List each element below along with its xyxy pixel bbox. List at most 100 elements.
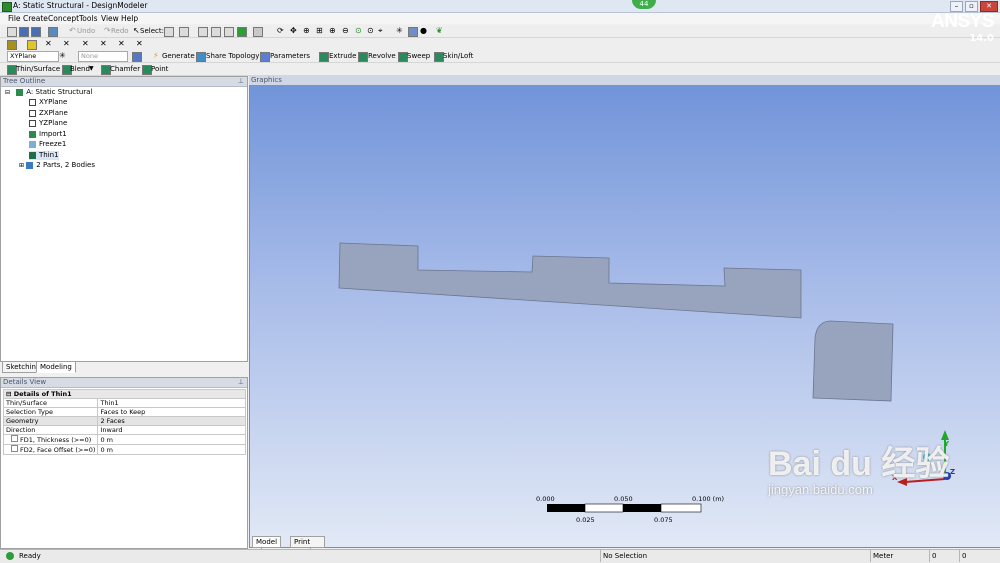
parameter-checkbox[interactable] [11,435,18,442]
parameters-button[interactable]: Parameters [270,52,310,60]
zoom-icon[interactable]: ⊕ [303,27,310,35]
sketch-edge-icon[interactable]: ✕ [100,40,107,48]
tree-item-yzplane[interactable]: YZPlane [29,119,67,128]
status-value-2: 0 [959,550,1000,562]
new-plane-icon[interactable]: ✳ [59,52,66,60]
extend-select-icon[interactable] [253,27,263,37]
pin-icon[interactable]: ⊥ [238,378,244,387]
menu-concept[interactable]: Concept [48,14,79,23]
extrude-icon[interactable] [319,52,329,62]
chamfer-button[interactable]: Chamfer [110,65,140,73]
notification-badge[interactable]: 44 [632,0,656,9]
iso-view-icon[interactable]: ⌖ [378,27,383,35]
collapse-icon[interactable]: ⊟ [5,89,10,96]
zoom-in-icon[interactable]: ⊕ [329,27,336,35]
redo-icon[interactable]: ↷ [104,27,111,35]
tab-print-preview[interactable]: Print Preview [290,536,326,556]
property-value[interactable]: 0 m [97,444,246,455]
display-mode-icon[interactable] [408,27,418,37]
menu-view[interactable]: View [101,14,119,23]
extrude-button[interactable]: Extrude [329,52,356,60]
details-group[interactable]: ⊟ Details of Thin1 [3,389,246,399]
share-topology-icon[interactable] [196,52,206,62]
zoom-fit-icon[interactable]: ⊙ [355,27,362,35]
tree-item-xyplane[interactable]: XYPlane [29,98,67,107]
tree-item-thin1[interactable]: Thin1 [29,151,59,160]
new-icon[interactable] [7,27,17,37]
undo-button[interactable]: Undo [77,27,95,35]
menu-bar: File Create Concept Tools View Help [0,13,1000,24]
second-body-part[interactable] [812,320,894,402]
select-filter-icon[interactable] [179,27,189,37]
property-value[interactable]: Faces to Keep [97,407,246,417]
property-value[interactable]: 2 Faces [97,416,246,426]
graphics-options-icon[interactable]: ❦ [436,27,443,35]
point-filter-icon[interactable] [198,27,208,37]
rotate-icon[interactable]: ⟳ [277,27,284,35]
undo-icon[interactable]: ↶ [69,27,76,35]
color-palette-icon[interactable] [7,40,17,50]
zoom-box-icon[interactable]: ⊞ [316,27,323,35]
blend-button[interactable]: Blend [70,65,90,73]
triad-icon[interactable]: ✳ [396,27,403,35]
app-icon [2,2,12,12]
menu-tools[interactable]: Tools [79,14,97,23]
generate-icon[interactable]: ⚡ [153,52,159,60]
skin-loft-button[interactable]: Skin/Loft [443,52,473,60]
face-filter-icon[interactable] [224,27,234,37]
screenshot-icon[interactable] [48,27,58,37]
menu-file[interactable]: File [8,14,21,23]
new-sketch-icon[interactable] [132,52,142,62]
revolve-button[interactable]: Revolve [368,52,396,60]
point-button[interactable]: Point [151,65,168,73]
sketch-face-icon[interactable]: ✕ [118,40,125,48]
sweep-button[interactable]: Sweep [407,52,430,60]
thin-body-part[interactable] [338,242,802,319]
expand-icon[interactable]: ⊞ [19,162,24,169]
logo-text: ANSYS [931,11,994,32]
property-value[interactable]: 0 m [97,434,246,445]
edge-filter-icon[interactable] [211,27,221,37]
menu-help[interactable]: Help [121,14,138,23]
select-mode-icon[interactable] [164,27,174,37]
tree-item-freeze1[interactable]: Freeze1 [29,140,66,149]
redo-button[interactable]: Redo [111,27,129,35]
plane-select[interactable]: XYPlane [7,51,59,62]
sketch-line-icon[interactable]: ✕ [45,40,52,48]
property-value[interactable]: Thin1 [97,398,246,408]
body-filter-icon[interactable] [237,27,247,37]
share-topology-button[interactable]: Share Topology [206,52,259,60]
select-cursor-icon[interactable]: ↖ [133,27,140,35]
revolve-icon[interactable] [358,52,368,62]
parameters-icon[interactable] [260,52,270,62]
menu-create[interactable]: Create [23,14,48,23]
save-as-icon[interactable] [31,27,41,37]
shaded-icon[interactable]: ● [420,27,427,35]
tree-root[interactable]: ⊟ A: Static Structural [5,88,92,97]
tab-modeling[interactable]: Modeling [36,361,76,373]
tree-item-zxplane[interactable]: ZXPlane [29,109,68,118]
save-icon[interactable] [19,27,29,37]
toolbar-modify: Thin/Surface Blend ▼ Chamfer Point [0,63,1000,76]
scale-label-75: 0.075 [654,516,673,524]
zoom-out-icon[interactable]: ⊖ [342,27,349,35]
property-value[interactable]: Inward [97,425,246,435]
blend-dropdown-icon[interactable]: ▼ [89,65,94,73]
parameter-checkbox[interactable] [11,445,18,452]
baidu-watermark: Bai du 经验 jingyan.baidu.com [768,446,949,497]
tab-model-view[interactable]: Model View [252,536,282,556]
generate-button[interactable]: Generate [162,52,195,60]
thin-surface-button[interactable]: Thin/Surface [16,65,60,73]
scale-label-25: 0.025 [576,516,595,524]
pin-icon[interactable]: ⊥ [238,77,244,86]
sketch-arc-icon[interactable]: ✕ [63,40,70,48]
box-icon[interactable] [27,40,37,50]
tree-item-parts[interactable]: ⊞ 2 Parts, 2 Bodies [19,161,95,170]
sketch-select[interactable]: None [78,51,128,62]
pan-icon[interactable]: ✥ [290,27,297,35]
sketch-point-icon[interactable]: ✕ [82,40,89,48]
sketch-body-icon[interactable]: ✕ [136,40,143,48]
tree-item-import1[interactable]: Import1 [29,130,67,139]
status-unit[interactable]: Meter [870,550,929,562]
magnifier-icon[interactable]: ⊙ [367,27,374,35]
